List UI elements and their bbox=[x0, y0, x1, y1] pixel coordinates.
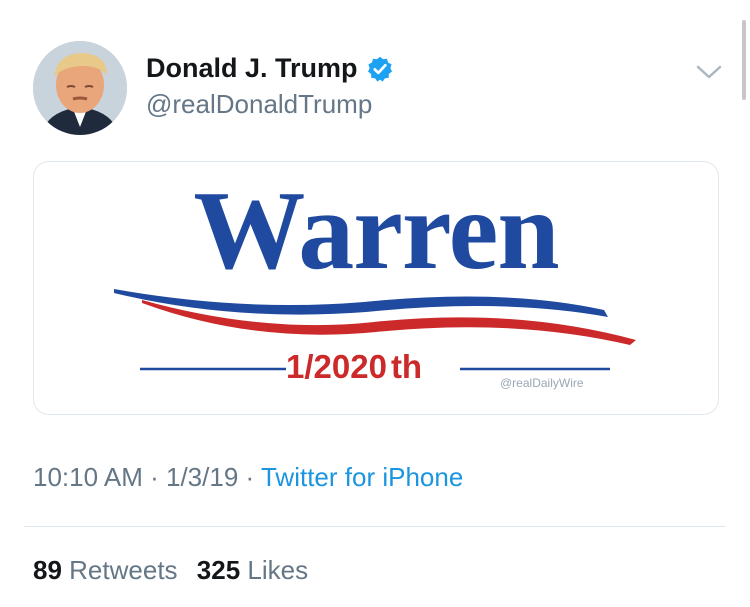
tweet-stats: 89 Retweets 325 Likes bbox=[33, 555, 320, 586]
tweet-metadata: 10:10 AM · 1/3/19 · Twitter for iPhone bbox=[33, 462, 463, 493]
likes-label: Likes bbox=[247, 555, 309, 585]
fraction-suffix: th bbox=[390, 348, 423, 385]
retweets-label: Retweets bbox=[69, 555, 178, 585]
fraction-label: 1/2020 th bbox=[286, 348, 422, 386]
avatar[interactable] bbox=[33, 41, 127, 135]
scrollbar[interactable] bbox=[742, 20, 746, 100]
retweets-count: 89 bbox=[33, 555, 62, 585]
tweet-client-link[interactable]: Twitter for iPhone bbox=[261, 462, 463, 492]
verified-badge-icon bbox=[366, 55, 394, 83]
retweets-stat[interactable]: 89 Retweets bbox=[33, 555, 178, 586]
fraction-value: 1/2020 bbox=[286, 348, 387, 385]
chevron-down-icon[interactable] bbox=[694, 60, 724, 84]
divider bbox=[24, 526, 726, 527]
author-name-row[interactable]: Donald J. Trump bbox=[146, 53, 394, 84]
image-watermark: @realDailyWire bbox=[500, 376, 584, 390]
meta-separator-2: · bbox=[245, 462, 255, 492]
author-display-name[interactable]: Donald J. Trump bbox=[146, 53, 358, 84]
tweet-date[interactable]: 1/3/19 bbox=[166, 462, 238, 492]
likes-stat[interactable]: 325 Likes bbox=[197, 555, 308, 586]
meta-separator: · bbox=[150, 462, 159, 492]
author-handle[interactable]: @realDonaldTrump bbox=[146, 89, 372, 120]
avatar-image bbox=[33, 41, 127, 135]
tweet-time[interactable]: 10:10 AM bbox=[33, 462, 143, 492]
likes-count: 325 bbox=[196, 555, 241, 585]
tweet-media-card[interactable]: Warren 1/2020 th @realDailyWire bbox=[33, 161, 719, 415]
